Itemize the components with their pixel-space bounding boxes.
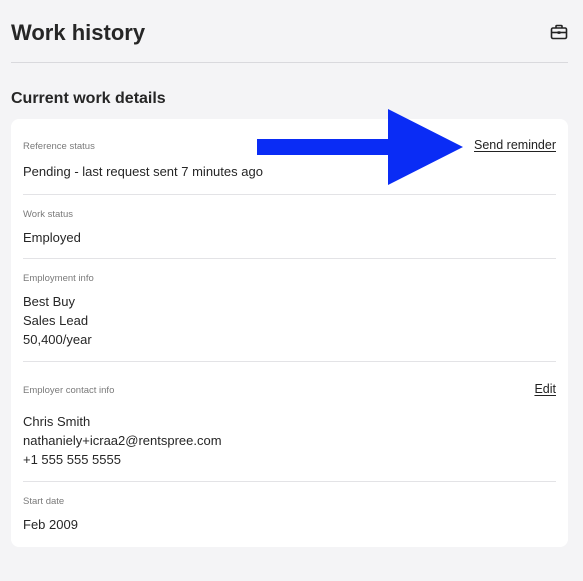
- send-reminder-link[interactable]: Send reminder: [474, 138, 556, 152]
- edit-contact-link[interactable]: Edit: [534, 382, 556, 396]
- contact-email: nathaniely+icraa2@rentspree.com: [23, 433, 222, 448]
- job-position: Sales Lead: [23, 313, 89, 328]
- salary: 50,400/year: [23, 332, 92, 347]
- briefcase-icon: [550, 24, 568, 40]
- employer-contact-row: Employer contact info Edit Chris Smith n…: [23, 362, 556, 482]
- section-title: Current work details: [11, 90, 166, 107]
- employer-contact-label: Employer contact info: [23, 385, 115, 396]
- start-date-value: Feb 2009: [23, 517, 78, 532]
- contact-phone: +1 555 555 5555: [23, 452, 121, 467]
- contact-name: Chris Smith: [23, 414, 91, 429]
- reference-status-value: Pending - last request sent 7 minutes ag…: [23, 164, 263, 179]
- start-date-label: Start date: [23, 496, 65, 507]
- reference-status-label: Reference status: [23, 141, 95, 152]
- employer-name: Best Buy: [23, 294, 76, 309]
- work-status-row: Work status Employed: [23, 195, 556, 259]
- employment-info-label: Employment info: [23, 273, 94, 284]
- page-title: Work history: [11, 20, 146, 45]
- start-date-row: Start date Feb 2009: [23, 482, 556, 547]
- work-status-label: Work status: [23, 209, 73, 220]
- work-status-value: Employed: [23, 230, 81, 245]
- page-header: Work history: [11, 18, 568, 63]
- annotation-arrow: [257, 109, 463, 185]
- employment-info-row: Employment info Best Buy Sales Lead 50,4…: [23, 259, 556, 362]
